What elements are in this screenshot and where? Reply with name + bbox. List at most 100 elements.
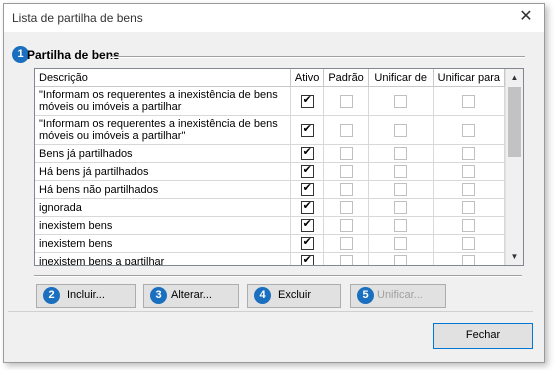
- close-icon[interactable]: ✕: [516, 7, 536, 27]
- cell-unificar-de: [368, 198, 434, 217]
- padrao-checkbox[interactable]: [339, 255, 353, 265]
- cell-unificar-de: [368, 252, 434, 265]
- cell-descricao: Bens já partilhados: [35, 144, 291, 163]
- cell-ativo: [290, 115, 325, 145]
- cell-unificar-para: [433, 234, 506, 253]
- padrao-checkbox[interactable]: [339, 123, 353, 137]
- padrao-checkbox[interactable]: [339, 237, 353, 250]
- buttons-divider: [34, 275, 522, 277]
- window-title: Lista de partilha de bens: [12, 11, 143, 25]
- ativo-checkbox[interactable]: [300, 199, 314, 214]
- cell-unificar-para: [433, 180, 506, 199]
- ativo-checkbox[interactable]: [300, 217, 314, 232]
- table-header-row: Descrição Ativo Padrão Unificar de Unifi…: [35, 69, 506, 87]
- incluir-label: Incluir...: [67, 289, 105, 301]
- ativo-checkbox[interactable]: [300, 253, 314, 265]
- cell-padrao: [323, 198, 369, 217]
- table-row[interactable]: inexistem bens a partilhar: [35, 252, 506, 265]
- cell-unificar-de: [368, 234, 434, 253]
- cell-descricao: inexistem bens: [35, 216, 291, 235]
- padrao-checkbox[interactable]: [339, 94, 353, 108]
- cell-ativo: [290, 252, 325, 265]
- footer-divider: [8, 311, 533, 312]
- unificar-button[interactable]: 5 Unificar...: [350, 284, 446, 308]
- ativo-checkbox[interactable]: [300, 163, 314, 178]
- table-row[interactable]: Há bens não partilhados: [35, 180, 506, 199]
- step-badge-4: 4: [254, 287, 271, 304]
- cell-descricao: "Informam os requerentes a inexistência …: [35, 115, 291, 145]
- column-header-unificar-para[interactable]: Unificar para: [433, 69, 506, 87]
- cell-ativo: [290, 234, 325, 253]
- step-badge-3: 3: [150, 287, 167, 304]
- ativo-checkbox[interactable]: [300, 181, 314, 196]
- unificar-de-checkbox[interactable]: [394, 165, 408, 178]
- unificar-para-checkbox[interactable]: [462, 201, 476, 214]
- cell-unificar-de: [368, 86, 434, 116]
- column-header-padrao[interactable]: Padrão: [323, 69, 369, 87]
- unificar-para-checkbox[interactable]: [462, 94, 476, 108]
- cell-padrao: [323, 180, 369, 199]
- column-header-unificar-de[interactable]: Unificar de: [368, 69, 434, 87]
- column-header-descricao[interactable]: Descrição: [35, 69, 291, 87]
- unificar-de-checkbox[interactable]: [394, 183, 408, 196]
- unificar-de-checkbox[interactable]: [394, 219, 408, 232]
- vertical-scrollbar[interactable]: ▲ ▼: [505, 69, 523, 265]
- scroll-thumb[interactable]: [508, 87, 521, 157]
- table-row[interactable]: Bens já partilhados: [35, 144, 506, 163]
- unificar-para-checkbox[interactable]: [462, 183, 476, 196]
- padrao-checkbox[interactable]: [339, 165, 353, 178]
- cell-ativo: [290, 162, 325, 181]
- unificar-de-checkbox[interactable]: [394, 255, 408, 265]
- table-row[interactable]: Há bens já partilhados: [35, 162, 506, 181]
- cell-ativo: [290, 198, 325, 217]
- unificar-para-checkbox[interactable]: [462, 165, 476, 178]
- cell-unificar-de: [368, 162, 434, 181]
- ativo-checkbox[interactable]: [300, 235, 314, 250]
- unificar-para-checkbox[interactable]: [462, 255, 476, 265]
- unificar-de-checkbox[interactable]: [394, 123, 408, 137]
- unificar-de-checkbox[interactable]: [394, 237, 408, 250]
- table-row[interactable]: "Informam os requerentes a inexistência …: [35, 115, 506, 145]
- unificar-de-checkbox[interactable]: [394, 201, 408, 214]
- cell-padrao: [323, 115, 369, 145]
- ativo-checkbox[interactable]: [300, 93, 314, 108]
- unificar-de-checkbox[interactable]: [394, 94, 408, 108]
- fechar-button[interactable]: Fechar: [433, 323, 533, 349]
- excluir-label: Excluir: [278, 289, 312, 301]
- cell-unificar-para: [433, 198, 506, 217]
- step-badge-2: 2: [43, 287, 60, 304]
- scroll-down-icon[interactable]: ▼: [506, 248, 523, 265]
- table-row[interactable]: ignorada: [35, 198, 506, 217]
- fechar-label: Fechar: [465, 329, 501, 341]
- excluir-button[interactable]: 4 Excluir: [247, 284, 341, 308]
- unificar-para-checkbox[interactable]: [462, 123, 476, 137]
- ativo-checkbox[interactable]: [300, 145, 314, 160]
- cell-padrao: [323, 162, 369, 181]
- cell-descricao: Há bens já partilhados: [35, 162, 291, 181]
- cell-padrao: [323, 216, 369, 235]
- incluir-button[interactable]: 2 Incluir...: [36, 284, 136, 308]
- table-row[interactable]: "Informam os requerentes a inexistência …: [35, 86, 506, 116]
- cell-unificar-para: [433, 162, 506, 181]
- alterar-label: Alterar...: [171, 289, 212, 301]
- partilha-grid[interactable]: Descrição Ativo Padrão Unificar de Unifi…: [34, 68, 524, 266]
- padrao-checkbox[interactable]: [339, 183, 353, 196]
- cell-unificar-de: [368, 115, 434, 145]
- scroll-up-icon[interactable]: ▲: [506, 69, 523, 86]
- cell-ativo: [290, 144, 325, 163]
- padrao-checkbox[interactable]: [339, 219, 353, 232]
- unificar-para-checkbox[interactable]: [462, 147, 476, 160]
- cell-padrao: [323, 144, 369, 163]
- table-row[interactable]: inexistem bens: [35, 234, 506, 253]
- cell-unificar-de: [368, 216, 434, 235]
- unificar-para-checkbox[interactable]: [462, 237, 476, 250]
- table-row[interactable]: inexistem bens: [35, 216, 506, 235]
- ativo-checkbox[interactable]: [300, 122, 314, 137]
- cell-unificar-para: [433, 115, 506, 145]
- padrao-checkbox[interactable]: [339, 201, 353, 214]
- alterar-button[interactable]: 3 Alterar...: [143, 284, 239, 308]
- column-header-ativo[interactable]: Ativo: [290, 69, 325, 87]
- unificar-para-checkbox[interactable]: [462, 219, 476, 232]
- unificar-de-checkbox[interactable]: [394, 147, 408, 160]
- padrao-checkbox[interactable]: [339, 147, 353, 160]
